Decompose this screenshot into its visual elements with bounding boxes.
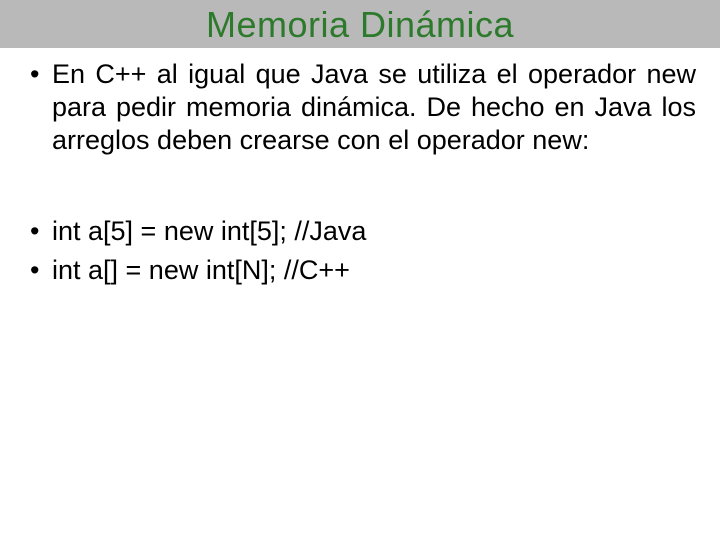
bullet-item: En C++ al igual que Java se utiliza el o… xyxy=(26,58,696,157)
bullet-item: int a[] = new int[N]; //C++ xyxy=(26,254,696,287)
slide-body: En C++ al igual que Java se utiliza el o… xyxy=(0,48,720,287)
bullet-item: int a[5] = new int[5]; //Java xyxy=(26,215,696,248)
slide-title: Memoria Dinámica xyxy=(206,4,514,45)
bullet-list: int a[5] = new int[5]; //Java int a[] = … xyxy=(26,215,696,287)
bullet-list: En C++ al igual que Java se utiliza el o… xyxy=(26,58,696,157)
spacer xyxy=(26,163,696,215)
title-bar: Memoria Dinámica xyxy=(0,0,720,48)
